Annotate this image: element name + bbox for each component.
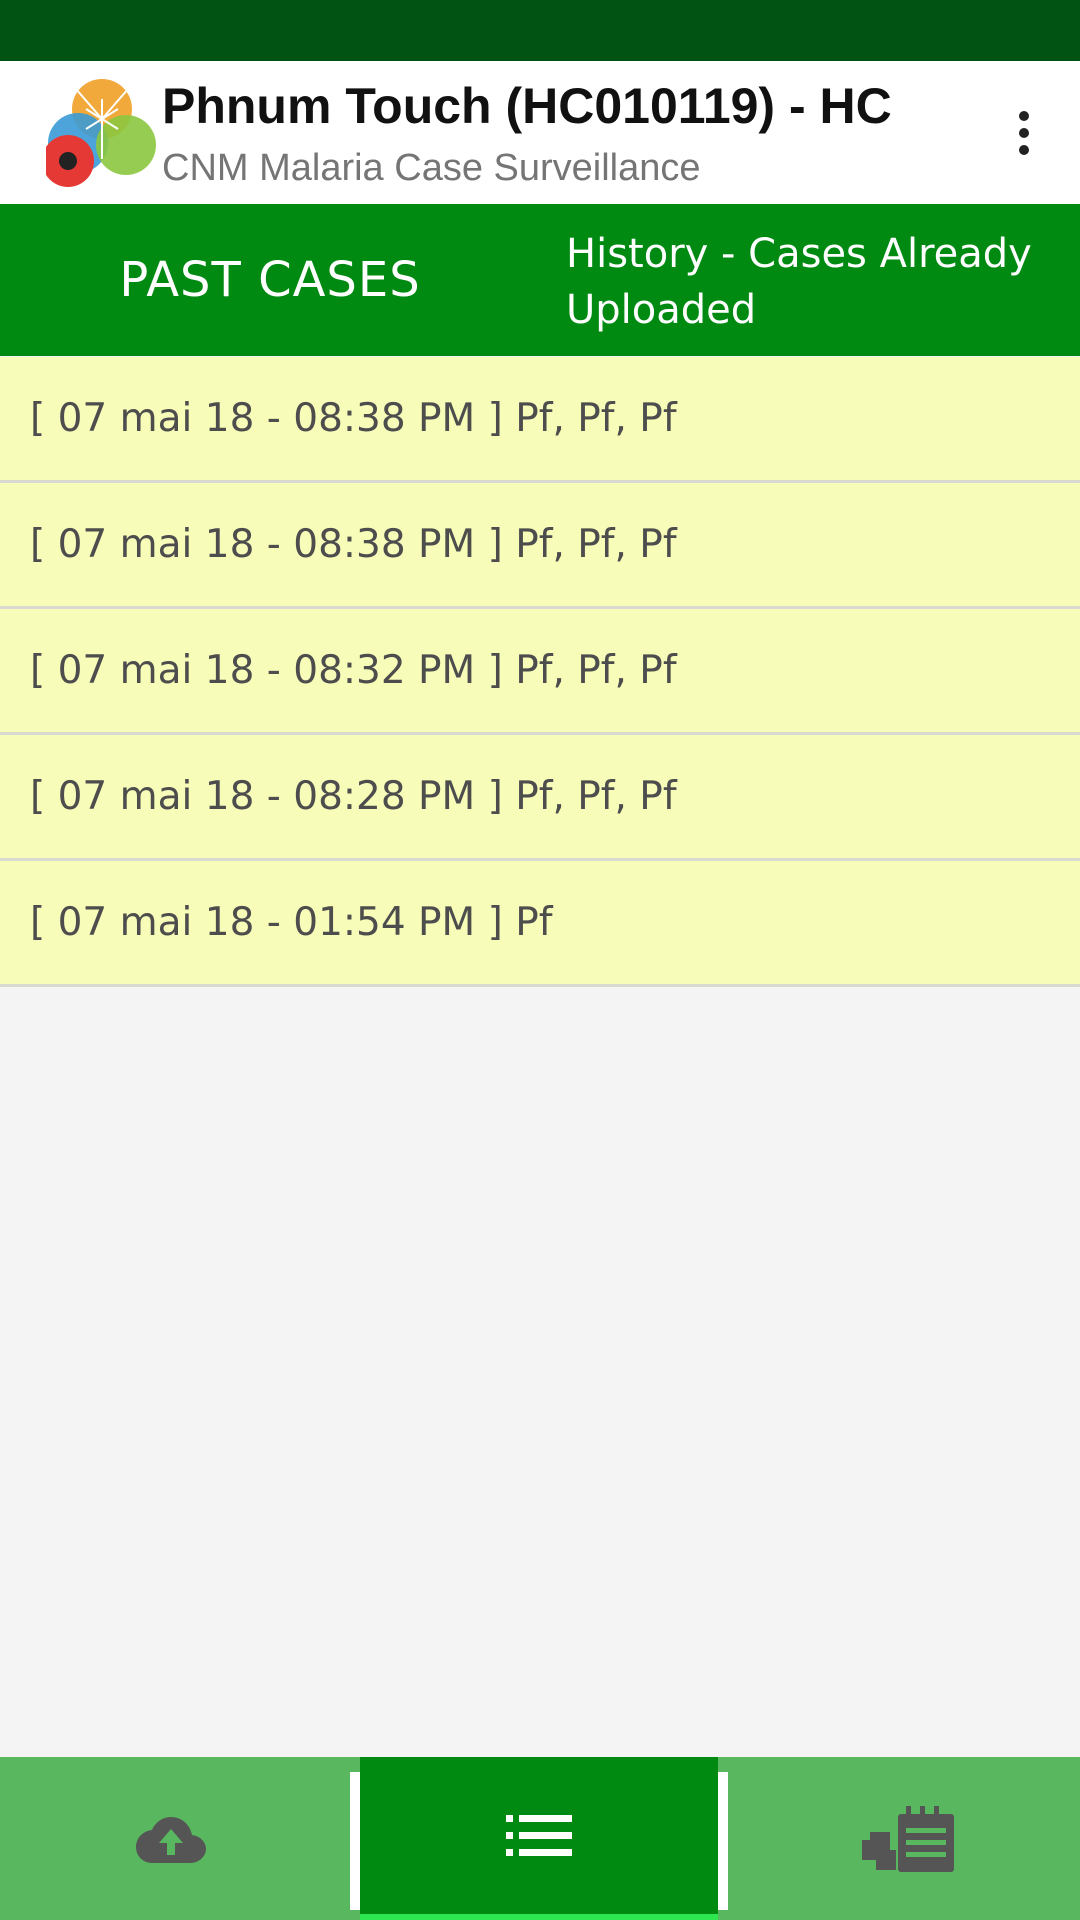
case-list-item[interactable]: [ 07 mai 18 - 01:54 PM ] Pf bbox=[0, 861, 1080, 987]
overflow-menu-button[interactable] bbox=[1000, 101, 1048, 165]
case-list-item[interactable]: [ 07 mai 18 - 08:38 PM ] Pf, Pf, Pf bbox=[0, 357, 1080, 483]
nav-divider bbox=[350, 1772, 360, 1910]
section-title: PAST CASES bbox=[119, 252, 421, 308]
app-logo-icon bbox=[46, 79, 156, 187]
case-list-item[interactable]: [ 07 mai 18 - 08:32 PM ] Pf, Pf, Pf bbox=[0, 609, 1080, 735]
past-cases-tab-button[interactable] bbox=[360, 1757, 718, 1920]
case-list-item[interactable]: [ 07 mai 18 - 08:28 PM ] Pf, Pf, Pf bbox=[0, 735, 1080, 861]
more-vert-icon bbox=[1019, 111, 1029, 121]
stock-report-tab-button[interactable] bbox=[736, 1757, 1080, 1920]
more-vert-icon-dot bbox=[1019, 145, 1029, 155]
stock-report-icon bbox=[862, 1805, 954, 1872]
section-description: History - Cases Already Uploaded bbox=[566, 231, 1032, 333]
app-subtitle: CNM Malaria Case Surveillance bbox=[162, 147, 701, 189]
case-list-item[interactable]: [ 07 mai 18 - 08:38 PM ] Pf, Pf, Pf bbox=[0, 483, 1080, 609]
app-title: Phnum Touch (HC010119) - HC bbox=[162, 78, 892, 134]
case-list: [ 07 mai 18 - 08:38 PM ] Pf, Pf, Pf [ 07… bbox=[0, 357, 1080, 987]
more-vert-icon-dot bbox=[1019, 128, 1029, 138]
status-bar bbox=[0, 0, 1080, 61]
section-header: PAST CASES History - Cases Already Uploa… bbox=[0, 204, 1080, 356]
nav-divider bbox=[718, 1772, 728, 1910]
app-bar: Phnum Touch (HC010119) - HC CNM Malaria … bbox=[0, 61, 1080, 204]
upload-tab-button[interactable] bbox=[0, 1757, 342, 1920]
bottom-navigation bbox=[0, 1757, 1080, 1920]
cloud-upload-icon bbox=[136, 1816, 206, 1863]
list-icon bbox=[506, 1814, 572, 1856]
